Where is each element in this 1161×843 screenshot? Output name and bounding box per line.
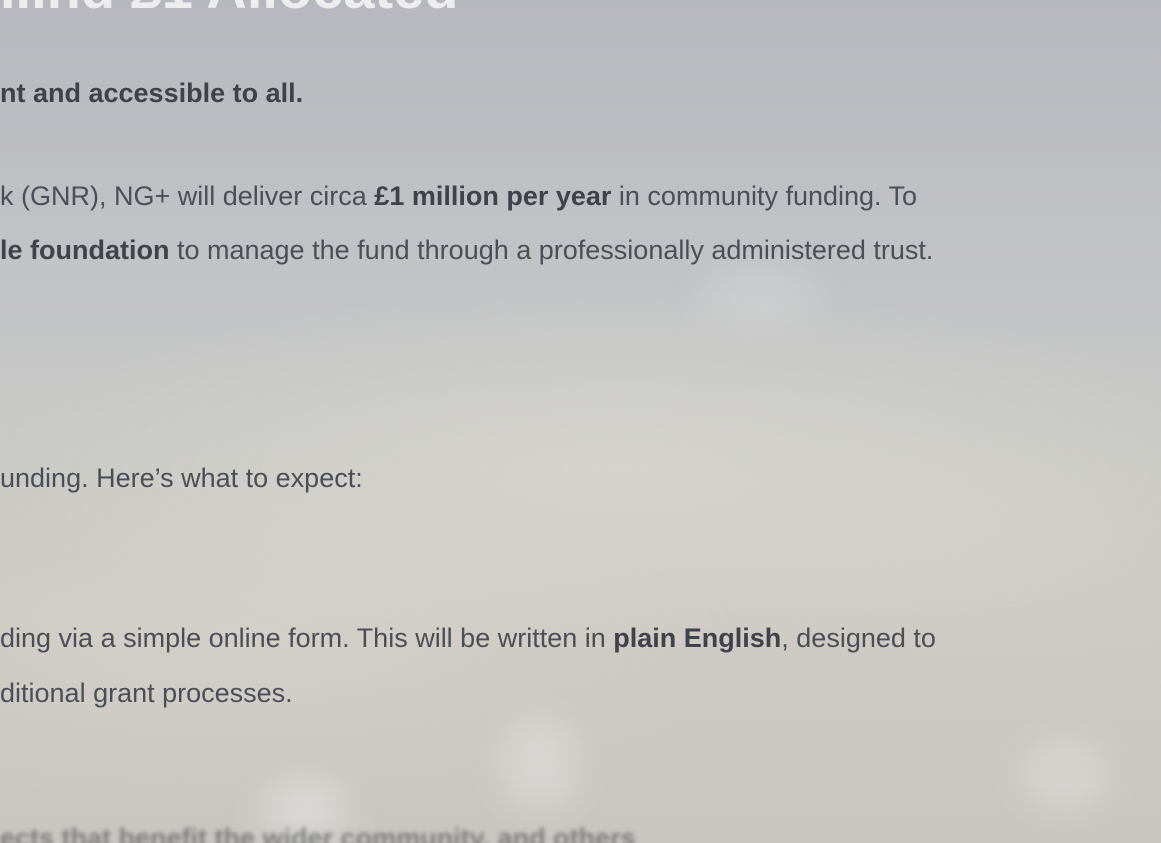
cut-off-text-line: ects that benefit the wider community, a… — [0, 823, 636, 843]
intro-period: . — [295, 78, 304, 108]
funding-text: k (GNR), NG+ will deliver circa — [0, 181, 375, 211]
application-text: , designed to — [781, 623, 936, 653]
intro-bold-text: nt and accessible to all — [0, 78, 296, 108]
plain-english-term: plain English — [613, 623, 782, 653]
foundation-term: le foundation — [0, 235, 170, 265]
funding-paragraph-line-1: k (GNR), NG+ will deliver circa £1 milli… — [0, 179, 917, 213]
application-paragraph-line-1: ding via a simple online form. This will… — [0, 621, 936, 655]
funding-text: to manage the fund through a professiona… — [169, 235, 934, 265]
funding-paragraph-line-2: le foundation to manage the fund through… — [0, 233, 933, 267]
page-heading-fragment: ...nd £1 Allocated — [0, 0, 760, 16]
background-light-patch — [1020, 740, 1110, 810]
application-text: ding via a simple online form. This will… — [0, 623, 614, 653]
expect-intro: unding. Here’s what to expect: — [0, 463, 363, 493]
background-light-patch — [500, 720, 580, 810]
background-light-patch — [700, 270, 820, 330]
funding-text: in community funding. To — [611, 181, 918, 211]
funding-amount: £1 million per year — [374, 181, 612, 211]
application-paragraph-line-2: ditional grant processes. — [0, 678, 293, 708]
intro-statement: nt and accessible to all. — [0, 76, 303, 110]
